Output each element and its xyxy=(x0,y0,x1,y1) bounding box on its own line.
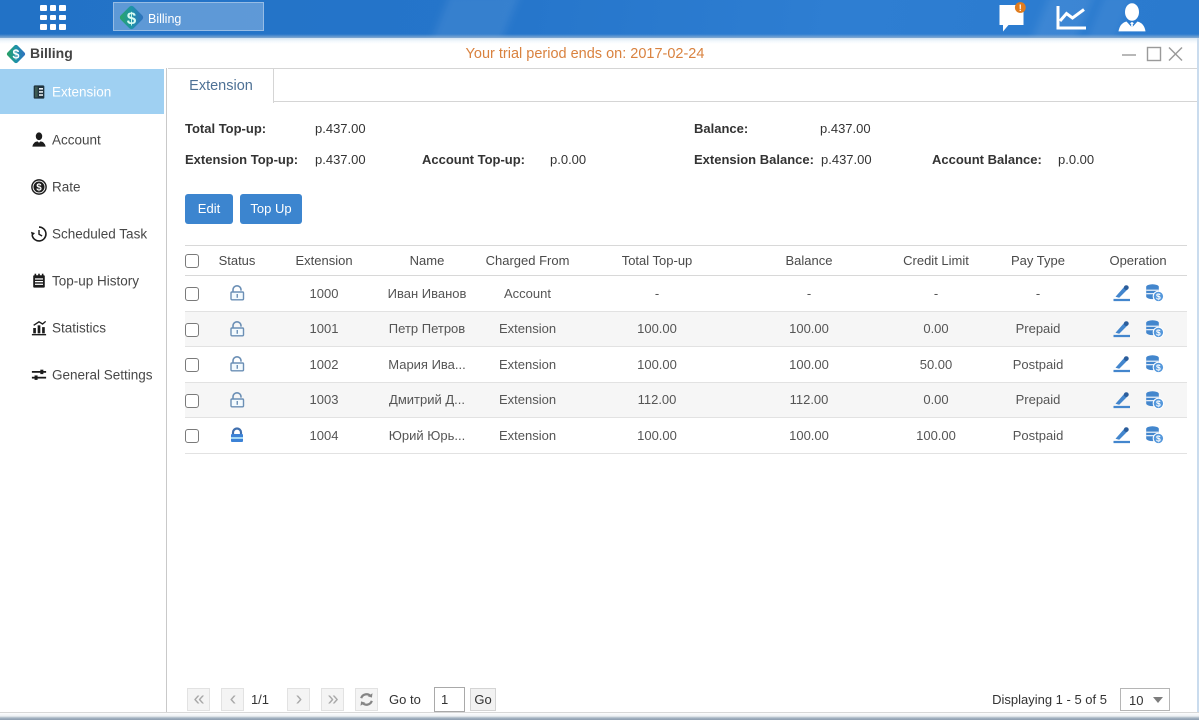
svg-text:$: $ xyxy=(1156,363,1161,373)
svg-text:$: $ xyxy=(1156,292,1161,302)
svg-text:$: $ xyxy=(1156,327,1161,337)
svg-text:$: $ xyxy=(36,182,42,193)
svg-text:$: $ xyxy=(1156,434,1161,444)
svg-text:$: $ xyxy=(127,9,137,28)
svg-text:!: ! xyxy=(1019,3,1022,13)
svg-text:$: $ xyxy=(1156,398,1161,408)
